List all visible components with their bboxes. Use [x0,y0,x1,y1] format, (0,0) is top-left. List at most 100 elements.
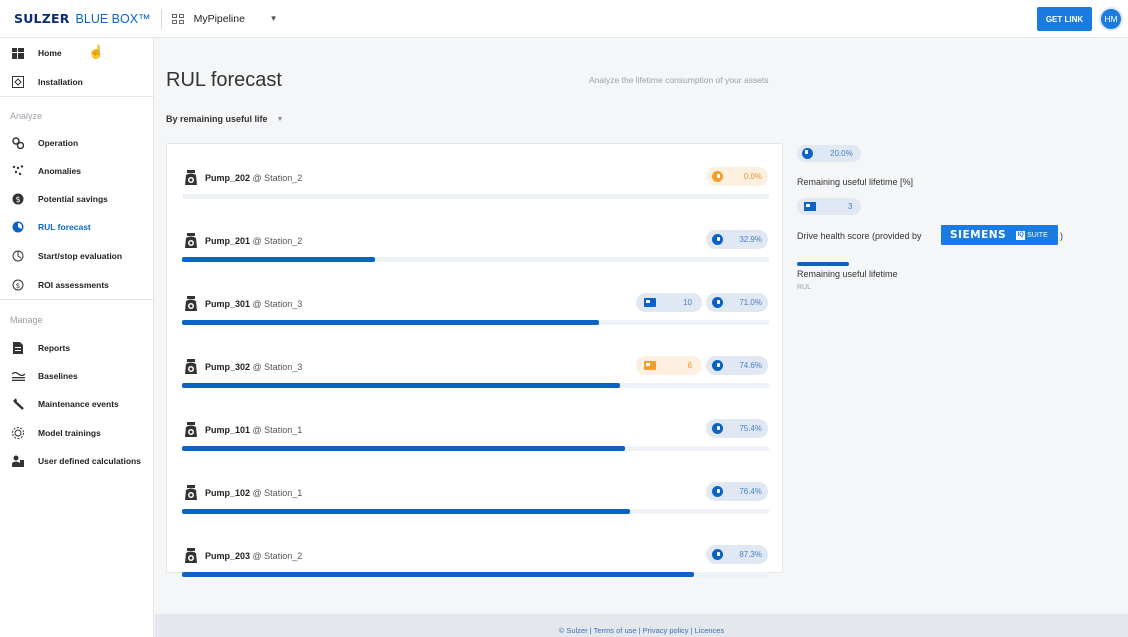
rul-progress-fill [182,572,695,577]
sidebar-item-label: Reports [38,343,71,353]
user-calc-icon [11,454,25,468]
svg-text:$: $ [16,282,20,290]
sidebar-item-maintenance[interactable]: Maintenance events [0,393,154,415]
asset-name[interactable]: Pump_201 @ Station_2 [205,236,302,246]
legend-rul-value: 20.0% [830,149,853,158]
sidebar-item-start-stop[interactable]: Start/stop evaluation [0,245,154,267]
sidebar-divider [0,299,154,300]
rul-progress-track [182,572,769,577]
asset-name[interactable]: Pump_203 @ Station_2 [205,551,302,561]
rul-progress-track [182,509,769,514]
asset-row[interactable]: Pump_201 @ Station_2 32.9% [167,215,784,275]
sidebar-item-label: User defined calculations [38,456,141,466]
rul-icon [11,220,25,234]
rul-badge: 71.0% [706,293,768,312]
asset-row[interactable]: Pump_101 @ Station_1 75.4% [167,404,784,464]
section-label-manage: Manage [10,315,43,325]
pipeline-select[interactable]: MyPipeline [194,13,270,25]
asset-pump-name: Pump_302 [205,362,251,372]
sort-select-label: By remaining useful life [166,114,268,124]
sidebar-item-operation[interactable]: Operation [0,132,154,154]
page-subtitle: Analyze the lifetime consumption of your… [589,75,769,85]
footer: © Sulzer | Terms of use | Privacy policy… [155,614,1128,637]
rul-value: 75.4% [739,424,762,433]
asset-station: @ Station_1 [252,425,303,435]
sidebar-item-label: Anomalies [38,166,81,176]
asset-list-card: Pump_202 @ Station_2 0.0% Pump_201 @ Stati… [166,143,784,577]
asset-name[interactable]: Pump_101 @ Station_1 [205,425,302,435]
chevron-down-icon[interactable]: ▼ [270,14,278,23]
legend-rul-badge: 20.0% [797,145,861,162]
sidebar-item-installation[interactable]: Installation [0,71,154,93]
section-label-analyze: Analyze [10,111,43,121]
sidebar-item-user-calculations[interactable]: User defined calculations [0,450,154,472]
footer-links[interactable]: © Sulzer | Terms of use | Privacy policy… [559,626,724,635]
asset-row[interactable]: Pump_203 @ Station_2 87.3% [167,530,784,590]
wrench-icon [11,397,25,411]
get-link-button[interactable]: GET LINK [1037,7,1092,31]
startstop-icon [11,249,25,263]
siemens-iq-suite-logo: SIEMENS IQ SUITE [941,225,1058,245]
sidebar-item-label: ROI assessments [38,280,109,290]
sort-select[interactable]: By remaining useful life ▼ [166,114,283,124]
drive-health-badge: 6 [636,356,702,375]
asset-station: @ Station_2 [252,173,303,183]
sidebar-item-potential-savings[interactable]: $ Potential savings [0,188,154,210]
pump-icon [184,296,198,312]
asset-row[interactable]: Pump_102 @ Station_1 76.4% [167,467,784,527]
pointer-hand-icon: ☝ [88,44,105,59]
asset-name[interactable]: Pump_302 @ Station_3 [205,362,302,372]
asset-row[interactable]: Pump_302 @ Station_3 74.6% 6 [167,341,784,401]
asset-name[interactable]: Pump_202 @ Station_2 [205,173,302,183]
sidebar-item-roi[interactable]: $ ROI assessments [0,274,154,296]
avatar[interactable]: HM [1099,7,1123,31]
siemens-label: SIEMENS [950,229,1007,241]
sidebar-item-reports[interactable]: Reports [0,337,154,359]
drive-health-value: 10 [683,298,692,307]
rul-value: 0.0% [743,172,762,181]
rul-badge: 0.0% [706,167,768,186]
rul-progress-track [182,194,769,199]
asset-pump-name: Pump_201 [205,236,251,246]
sidebar-item-home[interactable]: Home [0,42,154,64]
asset-row[interactable]: Pump_202 @ Station_2 0.0% [167,152,784,212]
drive-health-icon [644,361,656,370]
sidebar-item-model-trainings[interactable]: Model trainings [0,422,154,444]
pump-icon [184,233,198,249]
rul-badge: 87.3% [706,545,768,564]
rul-value: 74.6% [739,361,762,370]
sidebar-item-label: RUL forecast [38,222,91,232]
rul-progress-track [182,320,769,325]
asset-pump-name: Pump_301 [205,299,251,309]
pump-icon [184,170,198,186]
rul-progress-track [182,383,769,388]
asset-station: @ Station_1 [252,488,303,498]
sidebar-item-label: Baselines [38,371,78,381]
sidebar-item-label: Potential savings [38,194,108,204]
pie-icon [712,549,723,560]
brand-sulzer: SULZER [14,11,70,26]
legend-dh-text: Drive health score (provided by [797,231,922,241]
brand-divider [160,8,162,29]
asset-name[interactable]: Pump_102 @ Station_1 [205,488,302,498]
anomalies-icon [11,164,25,178]
asset-pump-name: Pump_202 [205,173,251,183]
sidebar-item-baselines[interactable]: Baselines [0,365,154,387]
asset-pump-name: Pump_203 [205,551,251,561]
sidebar-item-label: Model trainings [38,428,101,438]
pie-icon [712,297,723,308]
legend-bar-text: Remaining useful lifetime [797,269,898,279]
sidebar-item-anomalies[interactable]: Anomalies [0,160,154,182]
asset-row[interactable]: Pump_301 @ Station_3 71.0% 10 [167,278,784,338]
rul-value: 76.4% [739,487,762,496]
rul-badge: 76.4% [706,482,768,501]
asset-name[interactable]: Pump_301 @ Station_3 [205,299,302,309]
brand-logo[interactable]: SULZER BLUE BOX™ [14,0,151,38]
pie-icon [712,234,723,245]
rul-progress-fill [182,383,620,388]
asset-station: @ Station_3 [252,299,303,309]
rul-progress-fill [182,446,625,451]
rul-value: 32.9% [739,235,762,244]
sidebar-item-rul-forecast[interactable]: RUL forecast [0,216,154,238]
rul-progress-fill [182,320,599,325]
